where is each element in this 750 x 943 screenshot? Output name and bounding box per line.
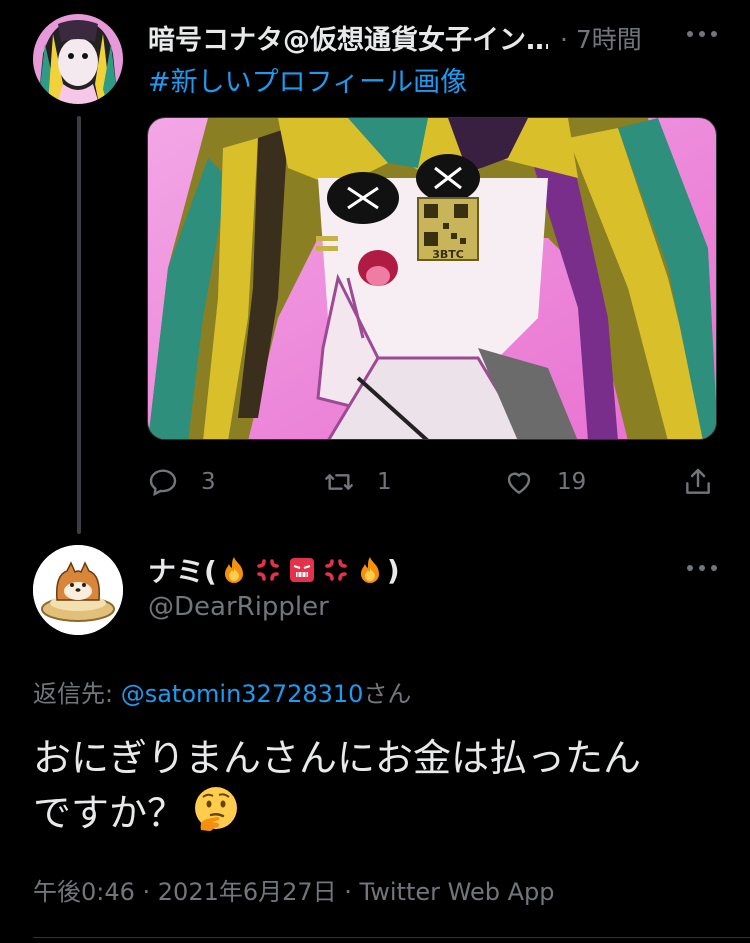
like-button[interactable]: 19 [503, 462, 586, 502]
reply-button[interactable]: 3 [147, 462, 216, 502]
like-icon [507, 472, 531, 494]
tweet2-text: おにぎりまんさんにお金は払ったん ですか？ [33, 732, 723, 839]
media-btc-label: 3BTC [432, 248, 464, 261]
reply-to-mention[interactable]: @satomin32728310 [121, 680, 364, 708]
fire-emoji [360, 557, 379, 583]
thread-line [77, 116, 81, 534]
retweet-count: 1 [377, 469, 392, 495]
retweet-icon [325, 474, 353, 490]
divider [33, 937, 750, 938]
reply-to-label: 返信先: [33, 680, 121, 708]
tweet1-action-bar: 3 1 19 [147, 462, 722, 502]
share-icon [686, 468, 710, 494]
tweet2-meta: 午後0:46 · 2021年6月27日 · Twitter Web App [33, 878, 555, 906]
share-button[interactable] [682, 462, 714, 502]
tweet2-text-line2: ですか？ [33, 791, 186, 835]
tweet2-text-line1: おにぎりまんさんにお金は払ったん [33, 736, 642, 780]
author-name-suffix: ) [386, 553, 400, 587]
tweet1-timestamp[interactable]: · 7時間 [560, 20, 642, 56]
angry-face-emoji [289, 558, 314, 582]
retweet-button[interactable]: 1 [323, 462, 392, 502]
avatar-konata[interactable] [33, 14, 123, 104]
more-icon[interactable] [687, 29, 717, 39]
more-icon[interactable] [687, 563, 717, 573]
hashtag-link[interactable]: #新しいプロフィール画像 [148, 60, 467, 99]
reply-to-suffix: さん [363, 680, 412, 708]
anger-emoji [257, 559, 279, 581]
reply-icon [149, 469, 177, 497]
author-name-prefix: ナミ( [148, 555, 217, 588]
tweet2-handle[interactable]: @DearRippler [148, 592, 329, 622]
tweet1-author-name[interactable]: 暗号コナタ@仮想通貨女子イン… [148, 18, 548, 57]
like-count: 19 [557, 469, 587, 495]
tweet2-author-name[interactable]: ナミ( ) [148, 550, 400, 590]
tweet1-media-image[interactable]: 3BTC [147, 117, 717, 440]
avatar-dearrippler[interactable] [33, 545, 123, 635]
fire-emoji [224, 557, 243, 583]
reply-count: 3 [201, 469, 216, 495]
reply-to-line: 返信先: @satomin32728310さん [33, 674, 411, 709]
anger-emoji [325, 559, 347, 581]
thinking-face-emoji [195, 787, 238, 831]
